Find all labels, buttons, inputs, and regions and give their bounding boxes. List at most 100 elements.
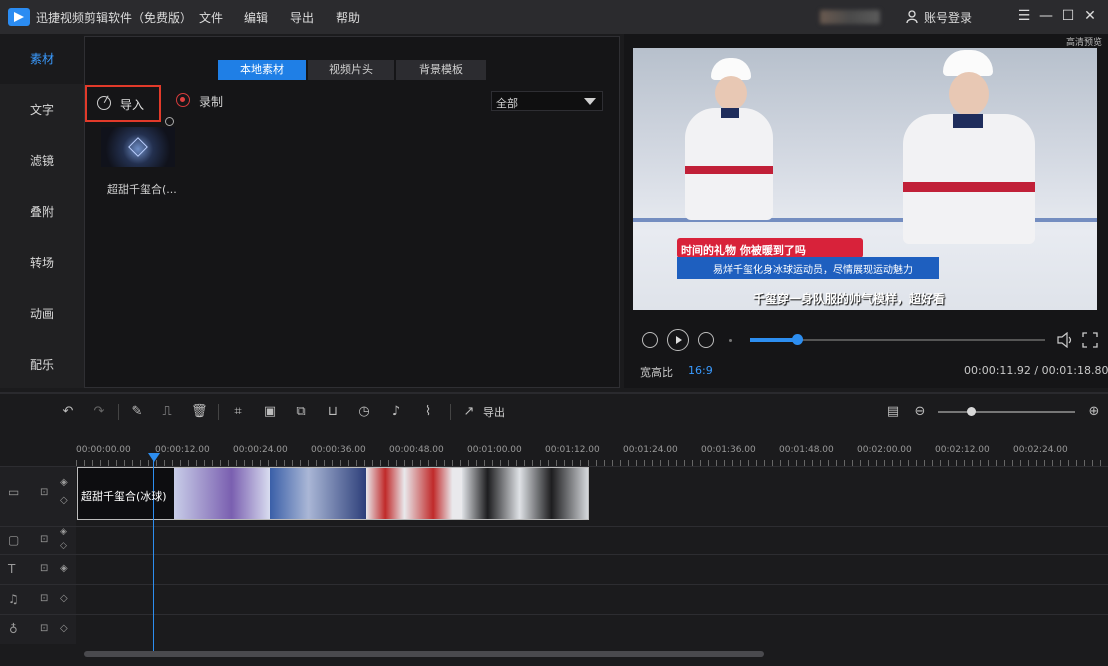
visibility-icon[interactable]: ◈ — [60, 527, 67, 537]
ruler-label: 00:00:24.00 — [233, 445, 288, 455]
media-filter-select[interactable]: 全部 — [491, 91, 603, 111]
playhead-handle[interactable] — [148, 453, 160, 462]
nav-item-animation[interactable]: 动画 — [0, 289, 84, 339]
ruler-label: 00:01:12.00 — [545, 445, 600, 455]
aspect-ratio-select[interactable]: 16:9 — [688, 364, 713, 377]
pip-track-icon: ▢ — [8, 533, 20, 547]
export-button[interactable]: 导出 — [483, 404, 505, 420]
mute-icon[interactable]: ◇ — [60, 623, 68, 634]
audio-record-icon[interactable]: ⌇ — [420, 404, 436, 420]
chevron-down-icon — [584, 98, 596, 105]
lock-icon[interactable]: ⊡ — [40, 487, 48, 498]
prev-frame-icon[interactable] — [642, 332, 658, 348]
nav-item-music[interactable]: 配乐 — [0, 340, 84, 390]
toolbar-divider — [218, 404, 219, 420]
menu-edit[interactable]: 编辑 — [244, 9, 268, 26]
microphone-icon: ♁ — [9, 622, 18, 636]
record-icon[interactable] — [176, 93, 190, 107]
music-track: ♫ ⊡ ◇ — [0, 584, 1108, 614]
tab-local-media[interactable]: 本地素材 — [218, 60, 306, 80]
lock-icon[interactable]: ⊡ — [40, 623, 48, 634]
lock-icon[interactable]: ⊡ — [40, 563, 48, 574]
speed-icon[interactable]: ◷ — [356, 404, 372, 420]
ruler-label: 00:01:48.00 — [779, 445, 834, 455]
import-icon — [97, 96, 111, 110]
player-jersey — [903, 114, 1035, 244]
redo-icon[interactable]: ↷ — [91, 404, 107, 420]
login-button[interactable]: 账号登录 — [924, 9, 972, 26]
menu-icon[interactable]: ☰ — [1016, 8, 1032, 24]
zoom-in-icon[interactable]: ⊕ — [1086, 404, 1102, 420]
text-track: T ⊡ ◈ — [0, 554, 1108, 584]
preview-quality-tag[interactable]: 高清预览 — [1066, 35, 1102, 48]
delete-icon[interactable]: 🗑 — [191, 404, 208, 420]
media-item-name: 超甜千玺合(... — [107, 183, 177, 196]
thumb-badge-icon[interactable] — [165, 117, 174, 126]
export-icon[interactable]: ↗ — [461, 404, 477, 420]
fit-timeline-icon[interactable]: ▤ — [885, 404, 901, 420]
video-caption: 千玺穿一身队服的帅气模样，超好看 — [753, 292, 946, 306]
clip-label: 超甜千玺合(冰球) — [81, 490, 167, 503]
volume-icon[interactable] — [1056, 332, 1074, 348]
track-header: ♫ ⊡ ◇ — [0, 585, 76, 614]
freeze-frame-icon[interactable]: ⧉ — [293, 404, 309, 420]
voice-track: ♁ ⊡ ◇ — [0, 614, 1108, 644]
blurred-promo — [820, 10, 880, 24]
player-jersey — [685, 108, 773, 220]
visibility-icon[interactable]: ◈ — [60, 477, 68, 488]
play-button[interactable] — [667, 329, 689, 351]
mosaic-icon[interactable]: ▣ — [262, 404, 278, 420]
import-button[interactable]: 导入 — [85, 85, 161, 122]
nav-item-media[interactable]: 素材 — [0, 34, 84, 84]
undo-icon[interactable]: ↶ — [60, 404, 76, 420]
aspect-ratio-label: 宽高比 — [640, 366, 673, 379]
mute-icon[interactable]: ◇ — [60, 541, 67, 551]
ruler-label: 00:00:00.00 — [76, 445, 131, 455]
jersey-collar — [721, 108, 739, 118]
nav-item-overlay[interactable]: 叠附 — [0, 187, 84, 237]
play-icon — [676, 336, 682, 344]
ruler-label: 00:01:36.00 — [701, 445, 756, 455]
media-thumbnail[interactable] — [101, 127, 175, 167]
timeline-scrollbar[interactable] — [84, 651, 764, 657]
clip-frame — [174, 468, 270, 519]
lock-icon[interactable]: ⊡ — [40, 534, 48, 545]
zoom-out-icon[interactable]: ⊖ — [912, 404, 928, 420]
mute-icon[interactable]: ◇ — [60, 495, 68, 506]
next-frame-icon[interactable] — [698, 332, 714, 348]
nav-item-transition[interactable]: 转场 — [0, 238, 84, 288]
maximize-icon[interactable]: ☐ — [1060, 8, 1076, 24]
fullscreen-icon[interactable] — [1082, 332, 1098, 348]
timeline: 00:00:00.00 00:00:12.00 00:00:24.00 00:0… — [0, 426, 1108, 666]
menu-export[interactable]: 导出 — [290, 9, 314, 26]
menu-help[interactable]: 帮助 — [336, 9, 360, 26]
jersey-collar — [953, 114, 983, 128]
track-header: ▭ ⊡ ◈ ◇ — [0, 467, 76, 526]
tab-video-intro[interactable]: 视频片头 — [308, 60, 394, 80]
time-readout: 00:00:11.92 / 00:01:18.80 — [964, 364, 1108, 377]
nav-item-filter[interactable]: 滤镜 — [0, 136, 84, 186]
nav-item-text[interactable]: 文字 — [0, 85, 84, 135]
progress-fill — [750, 338, 798, 342]
mute-icon[interactable]: ◇ — [60, 593, 68, 604]
menu-file[interactable]: 文件 — [199, 9, 223, 26]
split-icon[interactable]: ⎍ — [159, 404, 175, 420]
crop-icon[interactable]: ⌗ — [230, 404, 246, 420]
edit-icon[interactable]: ✎ — [129, 404, 145, 420]
toolbar-divider — [450, 404, 451, 420]
visibility-icon[interactable]: ◈ — [60, 563, 68, 574]
jersey-stripe — [685, 166, 773, 174]
close-icon[interactable]: ✕ — [1082, 8, 1098, 24]
tab-background-template[interactable]: 背景模板 — [396, 60, 486, 80]
music-track-icon: ♫ — [8, 592, 19, 606]
zoom-slider-track[interactable] — [938, 411, 1075, 413]
lock-icon[interactable]: ⊡ — [40, 593, 48, 604]
zoom-slider-handle[interactable] — [966, 407, 976, 416]
ruler-label: 00:02:00.00 — [857, 445, 912, 455]
aspect-icon[interactable]: ⊔ — [325, 404, 341, 420]
voiceover-icon[interactable]: ♪ — [388, 404, 404, 420]
minimize-icon[interactable]: — — [1038, 8, 1054, 24]
banner-subtitle: 易烊千玺化身冰球运动员，尽情展现运动魅力 — [713, 265, 913, 276]
clip-frame — [462, 468, 588, 519]
record-button[interactable]: 录制 — [199, 93, 223, 110]
